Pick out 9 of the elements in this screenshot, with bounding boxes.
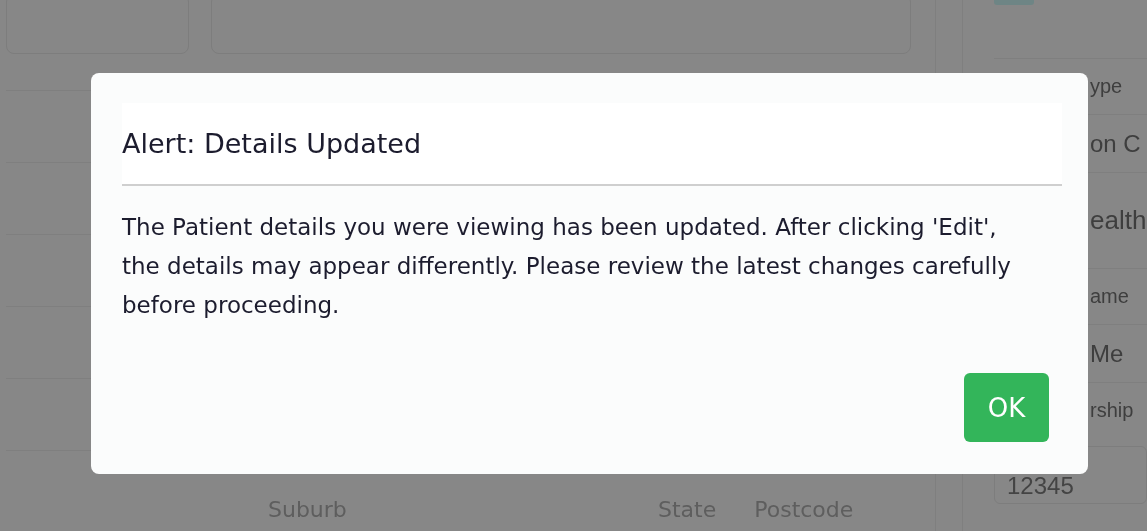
dialog-message: The Patient details you were viewing has been updated. After clicking 'Edit', the details may appear differently. Please review the latest changes carefully before proceeding.	[122, 213, 1012, 320]
field-value: Me	[1090, 339, 1124, 368]
field-label: rship	[1090, 399, 1134, 422]
field-value: ealth	[1090, 205, 1147, 236]
field-label: ame	[1090, 285, 1129, 308]
ok-button[interactable]: OK	[964, 373, 1049, 442]
dialog-title: Alert: Details Updated	[122, 128, 422, 159]
field-label: ype	[1090, 75, 1123, 98]
field-value: on C	[1090, 129, 1141, 158]
